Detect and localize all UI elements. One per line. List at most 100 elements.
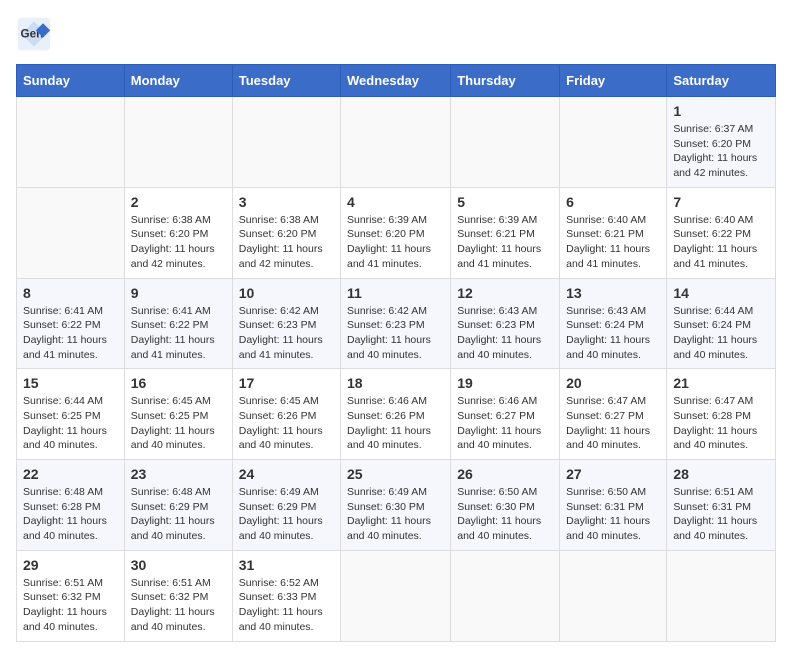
day-number: 7 (673, 194, 769, 210)
calendar-cell: 4 Sunrise: 6:39 AM Sunset: 6:20 PM Daylig… (341, 187, 451, 278)
day-number: 19 (457, 375, 553, 391)
cell-details: Sunrise: 6:39 AM Sunset: 6:21 PM Dayligh… (457, 213, 553, 272)
calendar-cell: 23 Sunrise: 6:48 AM Sunset: 6:29 PM Dayli… (124, 460, 232, 551)
calendar-cell: 14Sunrise: 6:44 AM Sunset: 6:24 PM Dayli… (667, 278, 776, 369)
calendar-cell: 21 Sunrise: 6:47 AM Sunset: 6:28 PM Dayli… (667, 369, 776, 460)
calendar-cell: 30 Sunrise: 6:51 AM Sunset: 6:32 PM Dayli… (124, 550, 232, 641)
header-cell-wednesday: Wednesday (341, 65, 451, 97)
calendar-cell (560, 550, 667, 641)
calendar-cell: 3Sunrise: 6:38 AM Sunset: 6:20 PM Daylig… (232, 187, 340, 278)
calendar-cell (667, 550, 776, 641)
day-number: 6 (566, 194, 660, 210)
cell-details: Sunrise: 6:51 AM Sunset: 6:31 PM Dayligh… (673, 485, 769, 544)
day-number: 20 (566, 375, 660, 391)
header-cell-saturday: Saturday (667, 65, 776, 97)
day-number: 31 (239, 557, 334, 573)
cell-details: Sunrise: 6:45 AM Sunset: 6:26 PM Dayligh… (239, 394, 334, 453)
cell-details: Sunrise: 6:40 AM Sunset: 6:21 PM Dayligh… (566, 213, 660, 272)
cell-details: Sunrise: 6:41 AM Sunset: 6:22 PM Dayligh… (131, 304, 226, 363)
calendar-cell: 20 Sunrise: 6:47 AM Sunset: 6:27 PM Dayli… (560, 369, 667, 460)
cell-details: Sunrise: 6:46 AM Sunset: 6:27 PM Dayligh… (457, 394, 553, 453)
cell-details: Sunrise: 6:50 AM Sunset: 6:31 PM Dayligh… (566, 485, 660, 544)
calendar-cell: 10Sunrise: 6:42 AM Sunset: 6:23 PM Dayli… (232, 278, 340, 369)
calendar-cell: 8 Sunrise: 6:41 AM Sunset: 6:22 PM Daylig… (17, 278, 125, 369)
day-number: 15 (23, 375, 118, 391)
week-row-4: 15Sunrise: 6:44 AM Sunset: 6:25 PM Dayli… (17, 369, 776, 460)
header-row: SundayMondayTuesdayWednesdayThursdayFrid… (17, 65, 776, 97)
calendar-cell: 29 Sunrise: 6:51 AM Sunset: 6:32 PM Dayli… (17, 550, 125, 641)
calendar-header: SundayMondayTuesdayWednesdayThursdayFrid… (17, 65, 776, 97)
calendar-cell (341, 97, 451, 188)
calendar-cell (232, 97, 340, 188)
week-row-3: 8 Sunrise: 6:41 AM Sunset: 6:22 PM Daylig… (17, 278, 776, 369)
logo-icon: Gen (16, 16, 52, 52)
cell-details: Sunrise: 6:43 AM Sunset: 6:23 PM Dayligh… (457, 304, 553, 363)
day-number: 29 (23, 557, 118, 573)
cell-details: Sunrise: 6:51 AM Sunset: 6:32 PM Dayligh… (23, 576, 118, 635)
cell-details: Sunrise: 6:40 AM Sunset: 6:22 PM Dayligh… (673, 213, 769, 272)
cell-details: Sunrise: 6:37 AM Sunset: 6:20 PM Dayligh… (673, 122, 769, 181)
day-number: 21 (673, 375, 769, 391)
calendar-cell: 28 Sunrise: 6:51 AM Sunset: 6:31 PM Dayli… (667, 460, 776, 551)
day-number: 23 (131, 466, 226, 482)
calendar-cell: 27 Sunrise: 6:50 AM Sunset: 6:31 PM Dayli… (560, 460, 667, 551)
calendar-cell (17, 97, 125, 188)
cell-details: Sunrise: 6:42 AM Sunset: 6:23 PM Dayligh… (347, 304, 444, 363)
day-number: 5 (457, 194, 553, 210)
day-number: 1 (673, 103, 769, 119)
day-number: 27 (566, 466, 660, 482)
day-number: 16 (131, 375, 226, 391)
day-number: 2 (131, 194, 226, 210)
cell-details: Sunrise: 6:48 AM Sunset: 6:28 PM Dayligh… (23, 485, 118, 544)
calendar-cell: 12 Sunrise: 6:43 AM Sunset: 6:23 PM Dayli… (451, 278, 560, 369)
calendar-table: SundayMondayTuesdayWednesdayThursdayFrid… (16, 64, 776, 642)
day-number: 4 (347, 194, 444, 210)
day-number: 17 (239, 375, 334, 391)
calendar-cell: 2 Sunrise: 6:38 AM Sunset: 6:20 PM Daylig… (124, 187, 232, 278)
header-cell-tuesday: Tuesday (232, 65, 340, 97)
day-number: 22 (23, 466, 118, 482)
calendar-cell: 18 Sunrise: 6:46 AM Sunset: 6:26 PM Dayli… (341, 369, 451, 460)
day-number: 8 (23, 285, 118, 301)
cell-details: Sunrise: 6:47 AM Sunset: 6:27 PM Dayligh… (566, 394, 660, 453)
cell-details: Sunrise: 6:50 AM Sunset: 6:30 PM Dayligh… (457, 485, 553, 544)
cell-details: Sunrise: 6:47 AM Sunset: 6:28 PM Dayligh… (673, 394, 769, 453)
cell-details: Sunrise: 6:51 AM Sunset: 6:32 PM Dayligh… (131, 576, 226, 635)
day-number: 28 (673, 466, 769, 482)
calendar-cell: 15Sunrise: 6:44 AM Sunset: 6:25 PM Dayli… (17, 369, 125, 460)
week-row-6: 29 Sunrise: 6:51 AM Sunset: 6:32 PM Dayli… (17, 550, 776, 641)
week-row-5: 22 Sunrise: 6:48 AM Sunset: 6:28 PM Dayli… (17, 460, 776, 551)
calendar-cell: 26 Sunrise: 6:50 AM Sunset: 6:30 PM Dayli… (451, 460, 560, 551)
day-number: 25 (347, 466, 444, 482)
calendar-cell (17, 187, 125, 278)
header-cell-thursday: Thursday (451, 65, 560, 97)
calendar-cell: 7 Sunrise: 6:40 AM Sunset: 6:22 PM Daylig… (667, 187, 776, 278)
week-row-2: 2 Sunrise: 6:38 AM Sunset: 6:20 PM Daylig… (17, 187, 776, 278)
header-cell-sunday: Sunday (17, 65, 125, 97)
cell-details: Sunrise: 6:41 AM Sunset: 6:22 PM Dayligh… (23, 304, 118, 363)
cell-details: Sunrise: 6:52 AM Sunset: 6:33 PM Dayligh… (239, 576, 334, 635)
calendar-cell: 25 Sunrise: 6:49 AM Sunset: 6:30 PM Dayli… (341, 460, 451, 551)
calendar-body: 1 Sunrise: 6:37 AM Sunset: 6:20 PM Daylig… (17, 97, 776, 642)
cell-details: Sunrise: 6:39 AM Sunset: 6:20 PM Dayligh… (347, 213, 444, 272)
day-number: 18 (347, 375, 444, 391)
cell-details: Sunrise: 6:48 AM Sunset: 6:29 PM Dayligh… (131, 485, 226, 544)
cell-details: Sunrise: 6:46 AM Sunset: 6:26 PM Dayligh… (347, 394, 444, 453)
cell-details: Sunrise: 6:38 AM Sunset: 6:20 PM Dayligh… (239, 213, 334, 272)
calendar-cell (124, 97, 232, 188)
calendar-cell: 5 Sunrise: 6:39 AM Sunset: 6:21 PM Daylig… (451, 187, 560, 278)
cell-details: Sunrise: 6:38 AM Sunset: 6:20 PM Dayligh… (131, 213, 226, 272)
day-number: 12 (457, 285, 553, 301)
cell-details: Sunrise: 6:42 AM Sunset: 6:23 PM Dayligh… (239, 304, 334, 363)
logo: Gen (16, 16, 56, 52)
day-number: 30 (131, 557, 226, 573)
calendar-cell (560, 97, 667, 188)
header-cell-monday: Monday (124, 65, 232, 97)
calendar-cell: 13Sunrise: 6:43 AM Sunset: 6:24 PM Dayli… (560, 278, 667, 369)
calendar-cell: 31 Sunrise: 6:52 AM Sunset: 6:33 PM Dayli… (232, 550, 340, 641)
cell-details: Sunrise: 6:49 AM Sunset: 6:30 PM Dayligh… (347, 485, 444, 544)
day-number: 26 (457, 466, 553, 482)
day-number: 14 (673, 285, 769, 301)
week-row-1: 1 Sunrise: 6:37 AM Sunset: 6:20 PM Daylig… (17, 97, 776, 188)
calendar-cell: 24Sunrise: 6:49 AM Sunset: 6:29 PM Dayli… (232, 460, 340, 551)
